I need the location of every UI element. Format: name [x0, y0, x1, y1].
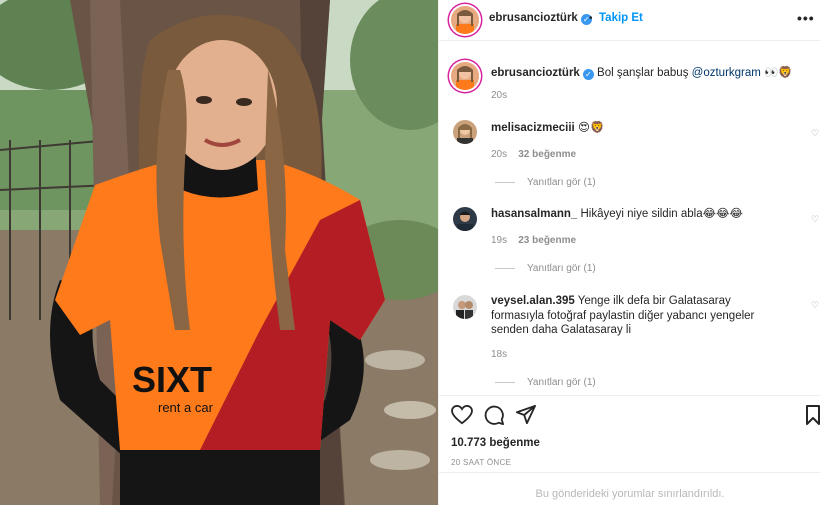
comment-content: Hikâyeyi niye sildin abla😂😂😂	[580, 208, 743, 220]
comment-avatar[interactable]	[453, 295, 477, 319]
post-photo[interactable]: SIXT rent a car	[0, 0, 438, 505]
caption-username[interactable]: ebrusancioztürk	[491, 67, 580, 79]
caption-mention[interactable]: @ozturkgram	[692, 67, 761, 79]
comment-like-icon[interactable]: ♡	[811, 214, 819, 225]
separator-dot: •	[589, 13, 593, 24]
save-bookmark-icon[interactable]	[805, 405, 820, 425]
more-options-icon[interactable]: •••	[797, 10, 815, 26]
post-actions	[439, 395, 820, 436]
comment-like-icon[interactable]: ♡	[811, 300, 819, 311]
comment-avatar[interactable]	[453, 207, 477, 231]
comment-likes[interactable]: 32 beğenme	[518, 149, 576, 160]
share-send-icon[interactable]	[516, 405, 536, 425]
post-photo-illustration: SIXT rent a car	[0, 0, 438, 505]
comment-avatar[interactable]	[453, 120, 477, 144]
caption-avatar[interactable]	[451, 62, 479, 90]
comment-text-3: veysel.alan.395 Yenge ilk defa bir Galat…	[491, 294, 781, 338]
comment-username[interactable]: veysel.alan.395	[491, 295, 575, 307]
verified-badge-icon: ✓	[582, 69, 594, 80]
follow-button[interactable]: Takip Et	[599, 12, 643, 24]
view-replies-button[interactable]: Yanıtları gör (1)	[495, 177, 596, 188]
shirt-sponsor-sub: rent a car	[158, 400, 214, 415]
author-username[interactable]: ebrusancioztürk ✓	[489, 12, 592, 25]
comments-restricted-footer: Bu gönderideki yorumlar sınırlandırıldı.	[439, 472, 820, 506]
caption-emojis: 👀🦁	[764, 67, 793, 79]
comment-meta: 20s 32 beğenme	[491, 149, 577, 160]
caption-time: 20s	[491, 90, 508, 101]
likes-count[interactable]: 10.773 beğenme	[451, 437, 540, 449]
comment-bubble-icon[interactable]	[484, 405, 504, 425]
comment-like-icon[interactable]: ♡	[811, 128, 819, 139]
comment-content: 😍🦁	[577, 122, 605, 134]
caption-text: Bol şanşlar babuş	[597, 67, 689, 79]
caption: ebrusancioztürk ✓ Bol şanşlar babuş @oztu…	[491, 65, 793, 80]
view-replies-button[interactable]: Yanıtları gör (1)	[495, 377, 596, 388]
comment-text-2: hasansalmann_ Hikâyeyi niye sildin abla😂…	[491, 207, 801, 222]
post-header: ebrusancioztürk ✓ • Takip Et •••	[439, 0, 820, 41]
post-sidebar: ebrusancioztürk ✓ • Takip Et ••• ebrusanc…	[438, 0, 820, 505]
comment-text-1: melisacizmeciii 😍🦁	[491, 121, 801, 136]
comment-likes[interactable]: 23 beğenme	[518, 235, 576, 246]
post-timestamp: 20 SAAT ÖNCE	[451, 458, 512, 467]
comment-time: 18s	[491, 349, 508, 360]
comment-username[interactable]: hasansalmann_	[491, 208, 577, 220]
comment-meta: 19s 23 beğenme	[491, 235, 577, 246]
like-heart-icon[interactable]	[451, 405, 473, 425]
comment-username[interactable]: melisacizmeciii	[491, 122, 575, 134]
comments-restricted-text: Bu gönderideki yorumlar sınırlandırıldı.	[535, 488, 725, 500]
shirt-sponsor: SIXT	[132, 359, 212, 400]
author-avatar[interactable]	[451, 6, 479, 34]
view-replies-button[interactable]: Yanıtları gör (1)	[495, 263, 596, 274]
